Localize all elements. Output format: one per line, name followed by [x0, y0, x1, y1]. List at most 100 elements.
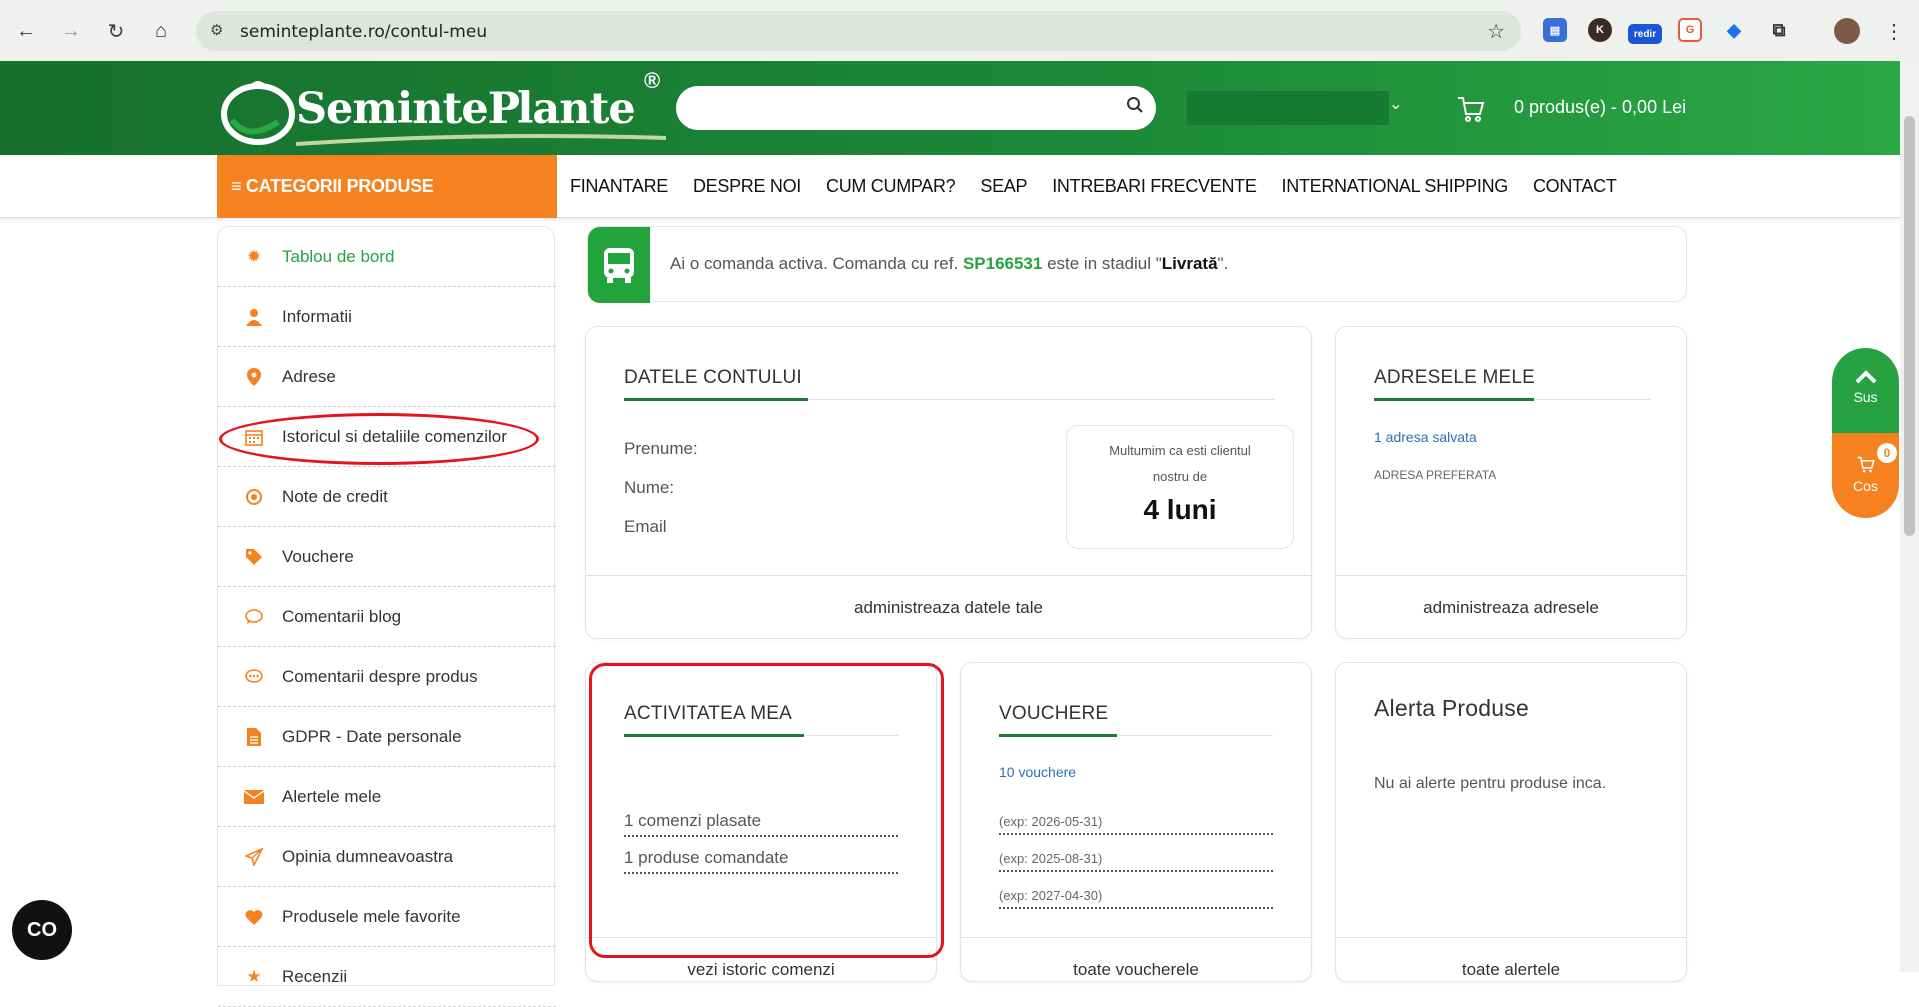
heart-icon: [244, 907, 264, 927]
vouchers-count-link[interactable]: 10 vouchere: [999, 764, 1076, 780]
client-duration-line: nostru de: [1152, 469, 1208, 484]
sidebar-item-gdpr[interactable]: GDPR - Date personale: [218, 707, 556, 767]
categories-button[interactable]: ≡ CATEGORII PRODUSE: [217, 155, 557, 218]
sidebar-item-label: Adrese: [282, 366, 336, 386]
sidebar-item-label: Note de credit: [282, 486, 388, 506]
accessibility-widget-button[interactable]: CO: [12, 900, 72, 960]
sidebar-item-comentarii-produs[interactable]: Comentarii despre produs: [218, 647, 556, 707]
target-icon: [244, 487, 264, 507]
saved-addresses-link[interactable]: 1 adresa salvata: [1374, 429, 1477, 445]
logo-text: SemintePlante: [296, 84, 636, 134]
reload-icon[interactable]: ↻: [102, 17, 130, 45]
account-sidebar: ✹ Tablou de bord Informatii Adrese Istor…: [217, 226, 556, 1007]
bookmark-star-icon[interactable]: ☆: [1487, 19, 1505, 44]
sidebar-item-label: Opinia dumneavoastra: [282, 846, 454, 866]
no-alerts-text: Nu ai alerte pentru produse inca.: [1374, 775, 1607, 792]
voucher-item: (exp: 2026-05-31): [999, 814, 1273, 835]
logo[interactable]: SemintePlante ®: [216, 68, 672, 148]
floating-cart-label: Cos: [1853, 478, 1878, 494]
comment-icon: [244, 607, 264, 627]
document-icon: [244, 727, 264, 747]
manage-account-link[interactable]: administreaza datele tale: [586, 575, 1311, 639]
menu-item-contact[interactable]: CONTACT: [1533, 176, 1617, 197]
account-data-card: DATELE CONTULUI Prenume: Nume: Email Mul…: [585, 326, 1312, 639]
voucher-item: (exp: 2025-08-31): [999, 851, 1273, 872]
sidebar-item-label: Produsele mele favorite: [282, 906, 461, 926]
forward-arrow-icon[interactable]: →: [57, 17, 85, 45]
browser-menu-icon[interactable]: ⋮: [1880, 17, 1908, 45]
floating-cart-button[interactable]: 0 Cos: [1832, 433, 1899, 518]
scrollbar-thumb[interactable]: [1904, 116, 1915, 536]
sidebar-item-opinia[interactable]: Opinia dumneavoastra: [218, 827, 556, 887]
cart-summary[interactable]: 0 produs(e) - 0,00 Lei: [1514, 97, 1686, 118]
sidebar-item-adrese[interactable]: Adrese: [218, 347, 556, 407]
field-prenume: Prenume:: [624, 439, 698, 458]
menu-item-cum-cumpar[interactable]: CUM CUMPAR?: [826, 176, 956, 197]
sidebar-item-label: GDPR - Date personale: [282, 726, 462, 746]
extensions-puzzle-icon[interactable]: ⧉: [1767, 18, 1791, 42]
card-divider-accent: [624, 398, 808, 401]
logo-underline-swoosh: [296, 134, 666, 146]
client-duration-box: Multumim ca esti clientul nostru de 4 lu…: [1066, 425, 1294, 549]
profile-avatar[interactable]: [1834, 18, 1860, 44]
scroll-top-button[interactable]: Sus: [1832, 348, 1899, 433]
extension-k-icon[interactable]: K: [1588, 18, 1612, 42]
voucher-item: (exp: 2027-04-30): [999, 888, 1273, 909]
address-bar[interactable]: ⚙ seminteplante.ro/contul-meu ☆: [196, 11, 1521, 51]
menu-item-international-shipping[interactable]: INTERNATIONAL SHIPPING: [1282, 176, 1509, 197]
cart-icon: [1857, 456, 1875, 473]
cart-icon[interactable]: [1456, 94, 1486, 124]
site-info-icon[interactable]: ⚙: [210, 21, 223, 39]
cart-count-badge: 0: [1877, 443, 1897, 463]
menu-item-despre-noi[interactable]: DESPRE NOI: [693, 176, 801, 197]
extension-g-icon[interactable]: G: [1678, 18, 1702, 42]
client-duration-value: 4 luni: [1143, 494, 1217, 525]
search-input[interactable]: [676, 86, 1156, 130]
active-order-alert: Ai o comanda activa. Comanda cu ref. SP1…: [587, 226, 1687, 303]
sidebar-item-recenzii[interactable]: ★ Recenzii: [218, 947, 556, 1007]
sidebar-item-label: Tablou de bord: [282, 246, 395, 266]
search-icon[interactable]: [1126, 96, 1144, 119]
comment-dots-icon: [244, 667, 264, 687]
browser-toolbar: ← → ↻ ⌂ ⚙ seminteplante.ro/contul-meu ☆ …: [0, 0, 1919, 61]
sidebar-item-comentarii-blog[interactable]: Comentarii blog: [218, 587, 556, 647]
account-dropdown[interactable]: [1187, 91, 1389, 125]
all-alerts-link[interactable]: toate alertele: [1336, 937, 1686, 1001]
sidebar-item-vouchere[interactable]: Vouchere: [218, 527, 556, 587]
main-menu: ≡ CATEGORII PRODUSE FINANTARE DESPRE NOI…: [0, 155, 1900, 218]
field-email: Email: [624, 517, 667, 536]
gear-icon: ✹: [246, 246, 262, 266]
sidebar-item-label: Comentarii blog: [282, 606, 402, 626]
menu-item-seap[interactable]: SEAP: [980, 176, 1027, 197]
site-header: SemintePlante ® ⌄ 0 produs(e) - 0,00 Lei: [0, 61, 1900, 155]
chevron-down-icon[interactable]: ⌄: [1389, 94, 1402, 114]
page-scrollbar[interactable]: [1900, 61, 1919, 972]
home-icon[interactable]: ⌂: [147, 17, 175, 45]
sidebar-item-label: Informatii: [282, 306, 352, 326]
field-nume: Nume:: [624, 478, 675, 497]
all-vouchers-link[interactable]: toate voucherele: [961, 937, 1311, 1001]
envelope-icon: [244, 787, 264, 807]
extension-redir-icon[interactable]: redir: [1628, 24, 1662, 44]
sidebar-item-favorite[interactable]: Produsele mele favorite: [218, 887, 556, 947]
paper-plane-icon: [244, 847, 264, 867]
order-ref-link[interactable]: SP166531: [963, 254, 1042, 273]
product-alerts-card: Alerta Produse Nu ai alerte pentru produ…: [1335, 662, 1687, 982]
annotation-rectangle: [589, 663, 944, 958]
menu-item-intrebari-frecvente[interactable]: INTREBARI FRECVENTE: [1052, 176, 1257, 197]
card-title: VOUCHERE: [999, 703, 1109, 724]
sidebar-item-note-de-credit[interactable]: Note de credit: [218, 467, 556, 527]
menu-item-finantare[interactable]: FINANTARE: [570, 176, 668, 197]
annotation-oval: [219, 413, 539, 465]
sidebar-item-alertele-mele[interactable]: Alertele mele: [218, 767, 556, 827]
chevron-up-icon: [1855, 370, 1876, 384]
scroll-top-label: Sus: [1853, 389, 1878, 405]
bus-icon: [588, 227, 650, 303]
extension-translate-icon[interactable]: ▤: [1543, 18, 1567, 42]
sidebar-item-dashboard[interactable]: ✹ Tablou de bord: [218, 227, 556, 287]
sidebar-item-informatii[interactable]: Informatii: [218, 287, 556, 347]
active-order-text: Ai o comanda activa. Comanda cu ref. SP1…: [670, 254, 1229, 273]
manage-addresses-link[interactable]: administreaza adresele: [1336, 575, 1686, 639]
back-arrow-icon[interactable]: ←: [12, 17, 40, 45]
extension-tag-icon[interactable]: ◆: [1722, 18, 1746, 42]
